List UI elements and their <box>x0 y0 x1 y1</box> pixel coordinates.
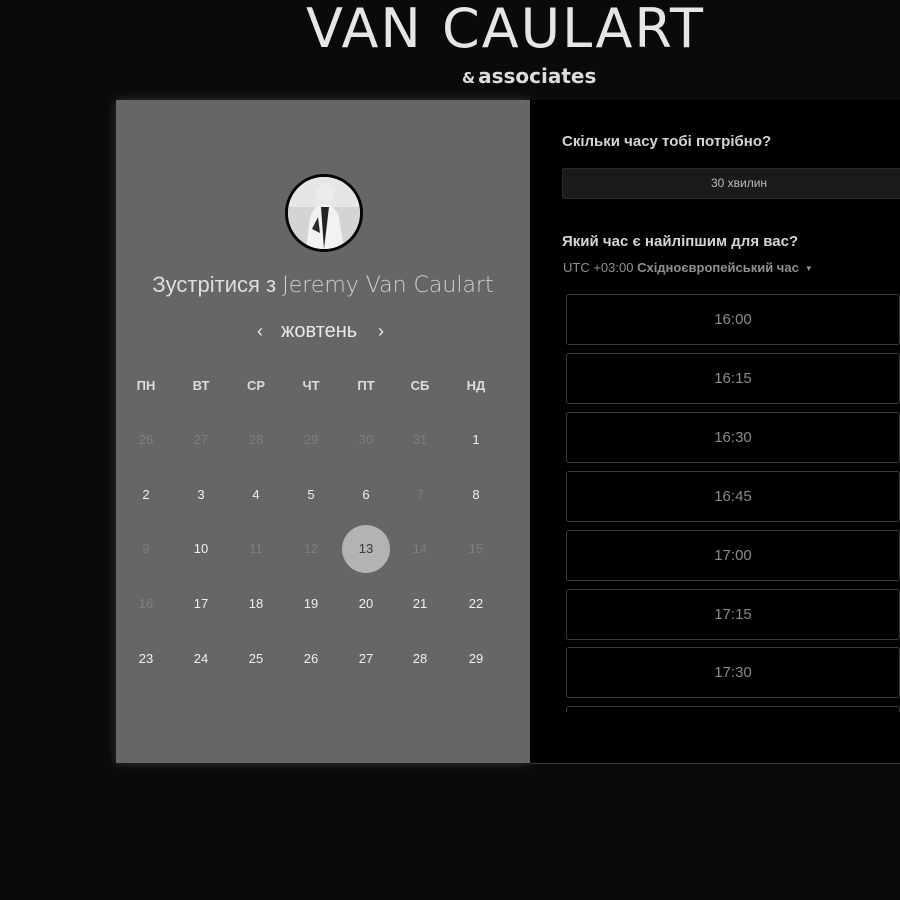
calendar-day: 7 <box>416 487 424 502</box>
time-slot-button[interactable]: 16:00 <box>566 294 900 345</box>
calendar-day: 28 <box>248 432 264 447</box>
day-grid: 26 27 28 29 30 31 1 2 3 4 5 6 7 8 9 10 11 12 13 14 15 16 17 18 1… <box>116 100 530 763</box>
calendar-day[interactable]: 8 <box>458 483 494 507</box>
time-slot-button[interactable]: 17:45 <box>566 706 900 712</box>
time-slot-button[interactable]: 17:15 <box>566 588 900 640</box>
calendar-day[interactable]: 17 <box>183 592 219 616</box>
time-slot-button[interactable]: 17:30 <box>566 647 900 699</box>
calendar-day[interactable]: 1 <box>458 428 494 452</box>
calendar-day[interactable]: 19 <box>293 592 329 616</box>
brand-subtitle-text: associates <box>478 64 597 88</box>
calendar-day: 15 <box>468 541 484 556</box>
calendar-day[interactable]: 26 <box>293 647 329 671</box>
calendar-day: 11 <box>249 541 263 556</box>
caret-down-icon: ▼ <box>804 263 813 273</box>
calendar-day[interactable]: 24 <box>183 647 219 671</box>
calendar-day: 30 <box>358 432 374 447</box>
calendar-day[interactable]: 29 <box>458 647 494 671</box>
calendar-day[interactable]: 23 <box>128 647 164 671</box>
duration-value: 30 хвилин <box>710 176 768 190</box>
calendar-day[interactable]: 18 <box>238 592 274 616</box>
selected-day[interactable]: 13 <box>342 525 390 573</box>
calendar-day[interactable]: 6 <box>348 483 384 507</box>
time-slot-list: 16:00 16:15 16:30 16:45 17:00 17:15 17:30 17:45 <box>566 294 900 712</box>
time-heading: Який час є найліпшим для вас? <box>562 233 799 250</box>
calendar-day: 26 <box>138 432 154 447</box>
calendar-day: 27 <box>193 432 209 447</box>
brand-logo: VAN CAULART & associates <box>0 0 900 100</box>
time-slot-button[interactable]: 17:00 <box>566 529 900 581</box>
calendar-day[interactable]: 27 <box>348 647 384 671</box>
calendar-day: 31 <box>412 432 428 447</box>
calendar-day: 9 <box>142 541 150 556</box>
calendar-day[interactable]: 22 <box>458 592 494 616</box>
timezone-name: Східноєвропейський час <box>637 260 799 275</box>
brand-name: VAN CAULART <box>306 0 705 60</box>
booking-panel: Скільки часу тобі потрібно? 30 хвилин Як… <box>530 100 900 764</box>
calendar-day[interactable]: 3 <box>183 483 219 507</box>
timezone-offset: UTC +03:00 <box>563 260 634 275</box>
brand-subtitle: & associates <box>462 62 596 92</box>
calendar-day[interactable]: 2 <box>128 483 164 507</box>
calendar-day: 14 <box>412 541 428 556</box>
calendar-day[interactable]: 4 <box>238 483 274 507</box>
time-slot-button[interactable]: 16:15 <box>566 352 900 404</box>
calendar-day: 29 <box>303 432 319 447</box>
timezone-selector[interactable]: UTC +03:00 Східноєвропейський час ▼ <box>563 259 813 278</box>
calendar-panel: Зустрітися з Jeremy Van Caulart ‹ жовтен… <box>116 100 530 763</box>
calendar-day: 12 <box>303 541 319 556</box>
calendar-day[interactable]: 20 <box>348 592 384 616</box>
calendar-day: 16 <box>138 596 154 611</box>
duration-select[interactable]: 30 хвилин <box>562 168 900 199</box>
calendar-day[interactable]: 28 <box>402 647 438 671</box>
calendar-day[interactable]: 10 <box>183 537 219 561</box>
brand-amp: & <box>462 69 476 87</box>
calendar-day[interactable]: 5 <box>293 483 329 507</box>
time-slot-button[interactable]: 16:45 <box>566 470 900 522</box>
duration-heading: Скільки часу тобі потрібно? <box>562 133 772 150</box>
calendar-day[interactable]: 25 <box>238 647 274 671</box>
time-slot-button[interactable]: 16:30 <box>566 411 900 463</box>
calendar-day[interactable]: 21 <box>402 592 438 616</box>
